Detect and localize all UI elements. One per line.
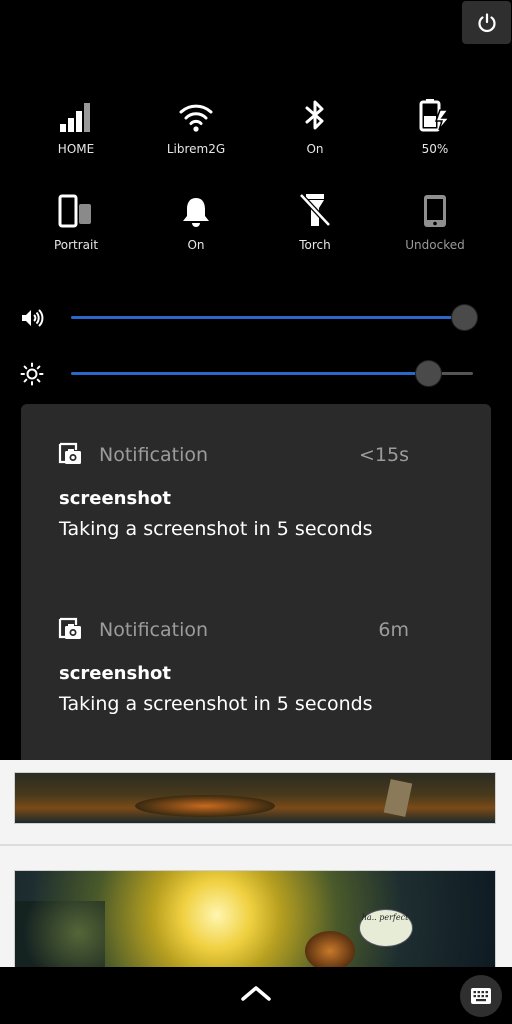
- volume-track-fill: [71, 316, 465, 319]
- notification-title: screenshot: [59, 663, 171, 684]
- notification-title: screenshot: [59, 488, 171, 509]
- tile-label: On: [306, 142, 324, 156]
- speaker-icon: [22, 309, 44, 327]
- rotation-lock-icon: [58, 194, 91, 228]
- keyboard-icon: [471, 988, 491, 1004]
- background-app-content: ha.. perfect: [0, 760, 512, 967]
- tile-label: Torch: [299, 238, 331, 252]
- power-button[interactable]: [462, 1, 511, 44]
- notification-panel: Notification <15s screenshot Taking a sc…: [21, 404, 491, 760]
- tile-battery[interactable]: 50%: [380, 92, 490, 172]
- tile-label: Portrait: [53, 238, 99, 252]
- tile-label: Librem2G: [166, 142, 226, 156]
- screenshot-icon: [58, 617, 81, 639]
- tile-cellular[interactable]: HOME: [21, 92, 131, 172]
- notification-item[interactable]: Notification 6m screenshot Taking a scre…: [21, 579, 491, 739]
- comic-panel-image: ha.. perfect: [14, 870, 496, 967]
- wifi-icon: [179, 104, 213, 132]
- screenshot-icon: [58, 442, 81, 464]
- torch-icon: [299, 193, 331, 227]
- volume-slider[interactable]: [0, 300, 512, 334]
- bottom-bar: [0, 967, 512, 1024]
- power-icon: [477, 12, 496, 32]
- cellular-signal-icon: [60, 103, 90, 132]
- tile-docking[interactable]: Undocked: [380, 188, 490, 268]
- tile-torch[interactable]: Torch: [260, 188, 370, 268]
- tile-label: Undocked: [405, 238, 465, 252]
- phone-dock-icon: [424, 195, 446, 227]
- comic-panel-image: [14, 772, 496, 824]
- battery-charging-icon: [419, 99, 451, 132]
- tile-label: 50%: [421, 142, 449, 156]
- tile-bluetooth[interactable]: On: [260, 92, 370, 172]
- tile-label: On: [187, 238, 205, 252]
- bell-icon: [183, 198, 209, 227]
- volume-knob[interactable]: [452, 305, 478, 330]
- speech-bubble-text: ha.. perfect: [361, 913, 409, 922]
- brightness-slider[interactable]: [0, 356, 512, 390]
- tile-rotation[interactable]: Portrait: [21, 188, 131, 268]
- brightness-icon: [20, 362, 44, 386]
- chevron-up-icon[interactable]: [240, 983, 272, 1003]
- keyboard-button[interactable]: [460, 975, 502, 1017]
- notification-time: 6m: [378, 619, 409, 641]
- tile-label: HOME: [57, 142, 95, 156]
- tile-wifi[interactable]: Librem2G: [141, 92, 251, 172]
- notification-body: Taking a screenshot in 5 seconds: [59, 693, 373, 715]
- brightness-knob[interactable]: [416, 361, 442, 386]
- notification-app-name: Notification: [99, 444, 209, 466]
- bluetooth-icon: [305, 100, 324, 130]
- notification-time: <15s: [359, 444, 409, 466]
- tile-notifications[interactable]: On: [141, 188, 251, 268]
- notification-app-name: Notification: [99, 619, 209, 641]
- notification-item[interactable]: Notification <15s screenshot Taking a sc…: [21, 404, 491, 564]
- brightness-track-fill: [71, 372, 429, 375]
- notification-body: Taking a screenshot in 5 seconds: [59, 518, 373, 540]
